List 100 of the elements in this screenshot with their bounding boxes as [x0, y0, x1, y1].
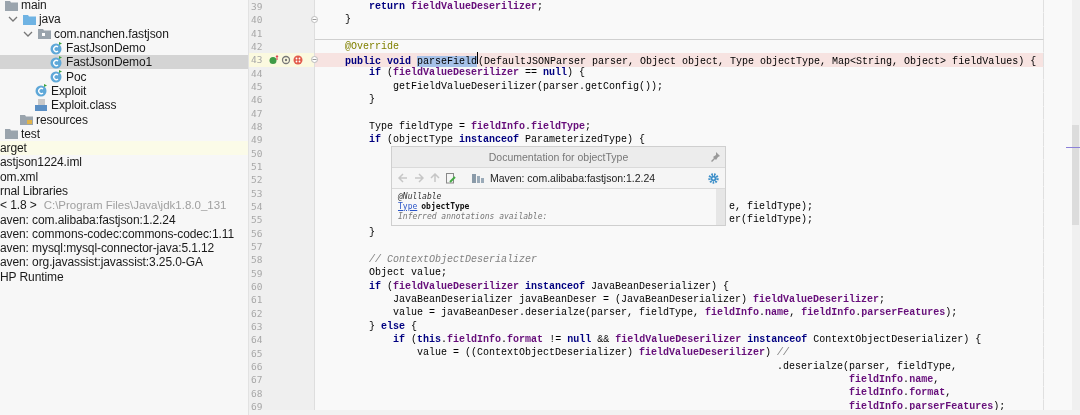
- code-line: if (objectType instanceof ParameterizedType) {: [369, 133, 646, 145]
- tree-item[interactable]: FastJsonDemo: [0, 40, 248, 56]
- line-number: 63: [251, 321, 264, 333]
- line-number: 58: [251, 254, 264, 266]
- jdk-path: C:\Program Files\Java\jdk1.8.0_131: [43, 199, 227, 212]
- settings-icon[interactable]: [708, 172, 719, 184]
- tree-item[interactable]: java: [0, 12, 248, 27]
- tree-item[interactable]: test: [0, 126, 248, 141]
- code-line: }: [345, 14, 352, 25]
- breakpoint-icon[interactable]: [293, 54, 303, 65]
- tree-item[interactable]: Poc: [0, 69, 248, 84]
- code-line: } else {: [369, 320, 418, 332]
- tree-item-label: aven: com.alibaba:fastjson:1.2.24: [0, 212, 176, 227]
- code-line: fieldInfo.format,: [849, 387, 952, 399]
- code-line: if (fieldValueDeserilizer instanceof JavaBeanDeserializer) {: [369, 280, 730, 292]
- code-line: public void parseField(DefaultJSONParser parser, Object object, Type objectType, Map<String, Object> fieldValues) {: [345, 52, 1037, 67]
- tree-item-label: < 1.8 >: [0, 198, 37, 213]
- tree-item[interactable]: resources: [0, 112, 248, 127]
- code-line: fieldInfo.parserFeatures);: [849, 400, 1006, 410]
- popup-scrollbar[interactable]: [716, 189, 725, 225]
- forward-arrow-icon[interactable]: [414, 173, 424, 183]
- line-number: 41: [251, 27, 264, 39]
- tree-item[interactable]: main: [0, 0, 248, 13]
- line-number: 67: [251, 374, 264, 386]
- tree-item[interactable]: com.nanchen.fastjson: [0, 26, 248, 41]
- up-arrow-icon[interactable]: [430, 173, 440, 183]
- line-number: 52: [251, 174, 264, 186]
- tree-item[interactable]: aven: org.javassist:javassist:3.25.0-GA: [0, 255, 248, 270]
- tree-item-label: com.nanchen.fastjson: [54, 26, 169, 41]
- line-number: 48: [251, 121, 264, 133]
- tree-item[interactable]: rnal Libraries: [0, 183, 248, 199]
- folder-icon: [5, 0, 18, 11]
- popup-title: Documentation for objectType: [488, 151, 629, 163]
- line-number: 59: [251, 267, 264, 279]
- tree-item[interactable]: Exploit: [0, 83, 248, 99]
- code-line: .deserialze(parser, fieldType,: [777, 360, 958, 372]
- code-line: }: [369, 93, 376, 105]
- tree-item-label: Exploit.class: [51, 98, 117, 113]
- fold-marker-icon[interactable]: [311, 16, 318, 24]
- code-line: value = javaBeanDeser.deserialze(parser, fieldType, fieldInfo.name, fieldInfo.parserFeatures);: [393, 307, 958, 319]
- code-line: return fieldValueDeserilizer;: [369, 0, 544, 12]
- edit-source-icon[interactable]: [446, 172, 456, 184]
- line-number: 53: [251, 187, 264, 199]
- line-number: 46: [251, 94, 264, 106]
- tree-item-label: om.xml: [0, 169, 39, 184]
- tree-item[interactable]: FastJsonDemo1: [0, 55, 248, 70]
- line-number: 54: [251, 201, 264, 213]
- code-line: e, fieldType);: [729, 200, 814, 212]
- resources-folder-icon: [20, 114, 33, 125]
- back-arrow-icon[interactable]: [398, 173, 408, 183]
- code-line: Object value;: [369, 267, 448, 279]
- library-icon: [472, 173, 484, 183]
- line-number: 68: [251, 387, 264, 399]
- tree-item[interactable]: arget: [0, 140, 248, 156]
- line-number: 47: [251, 107, 264, 119]
- line-number: 43: [251, 54, 264, 66]
- line-number: 64: [251, 334, 264, 346]
- class-icon: [50, 55, 63, 69]
- package-folder-icon: [38, 28, 51, 40]
- inferred-annotations-note: Inferred annotations available:: [398, 212, 549, 221]
- tree-item[interactable]: aven: com.alibaba:fastjson:1.2.24: [0, 212, 248, 227]
- pin-icon[interactable]: [710, 152, 720, 162]
- tree-item-label: astjson1224.iml: [0, 155, 82, 170]
- tree-item[interactable]: HP Runtime: [0, 269, 248, 284]
- line-number: 44: [251, 67, 264, 79]
- code-line: if (this.fieldInfo.format != null && fieldValueDeserilizer instanceof ContextObjectDeserializer) {: [393, 333, 982, 345]
- tree-item-label: Exploit: [51, 83, 87, 98]
- line-number: 62: [251, 307, 264, 319]
- tree-item[interactable]: om.xml: [0, 169, 248, 184]
- tree-item-label: rnal Libraries: [0, 184, 68, 198]
- line-number: 50: [251, 147, 264, 159]
- tree-item-label: arget: [0, 141, 27, 156]
- tree-item[interactable]: < 1.8 > C:\Program Files\Java\jdk1.8.0_131: [0, 198, 248, 213]
- tree-item-label: FastJsonDemo: [66, 41, 146, 56]
- tree-item-label: HP Runtime: [0, 269, 64, 284]
- line-number: 39: [251, 1, 264, 13]
- code-line: er(fieldType);: [729, 213, 814, 225]
- line-number: 60: [251, 281, 264, 293]
- type-link[interactable]: Type: [398, 202, 418, 211]
- line-number: 55: [251, 214, 264, 226]
- code-line: value = ((ContextObjectDeserializer) fieldValueDeserilizer) //: [417, 347, 790, 359]
- tree-item-label: FastJsonDemo1: [66, 55, 153, 70]
- line-number: 56: [251, 227, 264, 239]
- code-line: @Override: [345, 40, 400, 52]
- library-source: Maven: com.alibaba:fastjson:1.2.24: [490, 172, 657, 184]
- tree-item-label: main: [21, 0, 47, 13]
- code-line: if (fieldValueDeserilizer == null) {: [369, 67, 586, 79]
- tree-item[interactable]: Exploit.class: [0, 98, 248, 113]
- line-number: 49: [251, 134, 264, 146]
- scrollbar[interactable]: [1072, 0, 1080, 410]
- code-line: JavaBeanDeserializer javaBeanDeser = (JavaBeanDeserializer) fieldValueDeserilizer;: [393, 293, 886, 305]
- fold-marker-icon[interactable]: [311, 56, 318, 64]
- symbol-name: objectType: [421, 202, 470, 211]
- code-line: fieldInfo.name,: [849, 373, 940, 385]
- tree-item-label: Poc: [66, 69, 87, 84]
- tree-item-label: test: [21, 126, 40, 141]
- line-number: 51: [251, 161, 264, 173]
- override-method-icon[interactable]: [269, 54, 291, 65]
- line-number: 45: [251, 81, 264, 93]
- tree-item[interactable]: astjson1224.iml: [0, 155, 248, 170]
